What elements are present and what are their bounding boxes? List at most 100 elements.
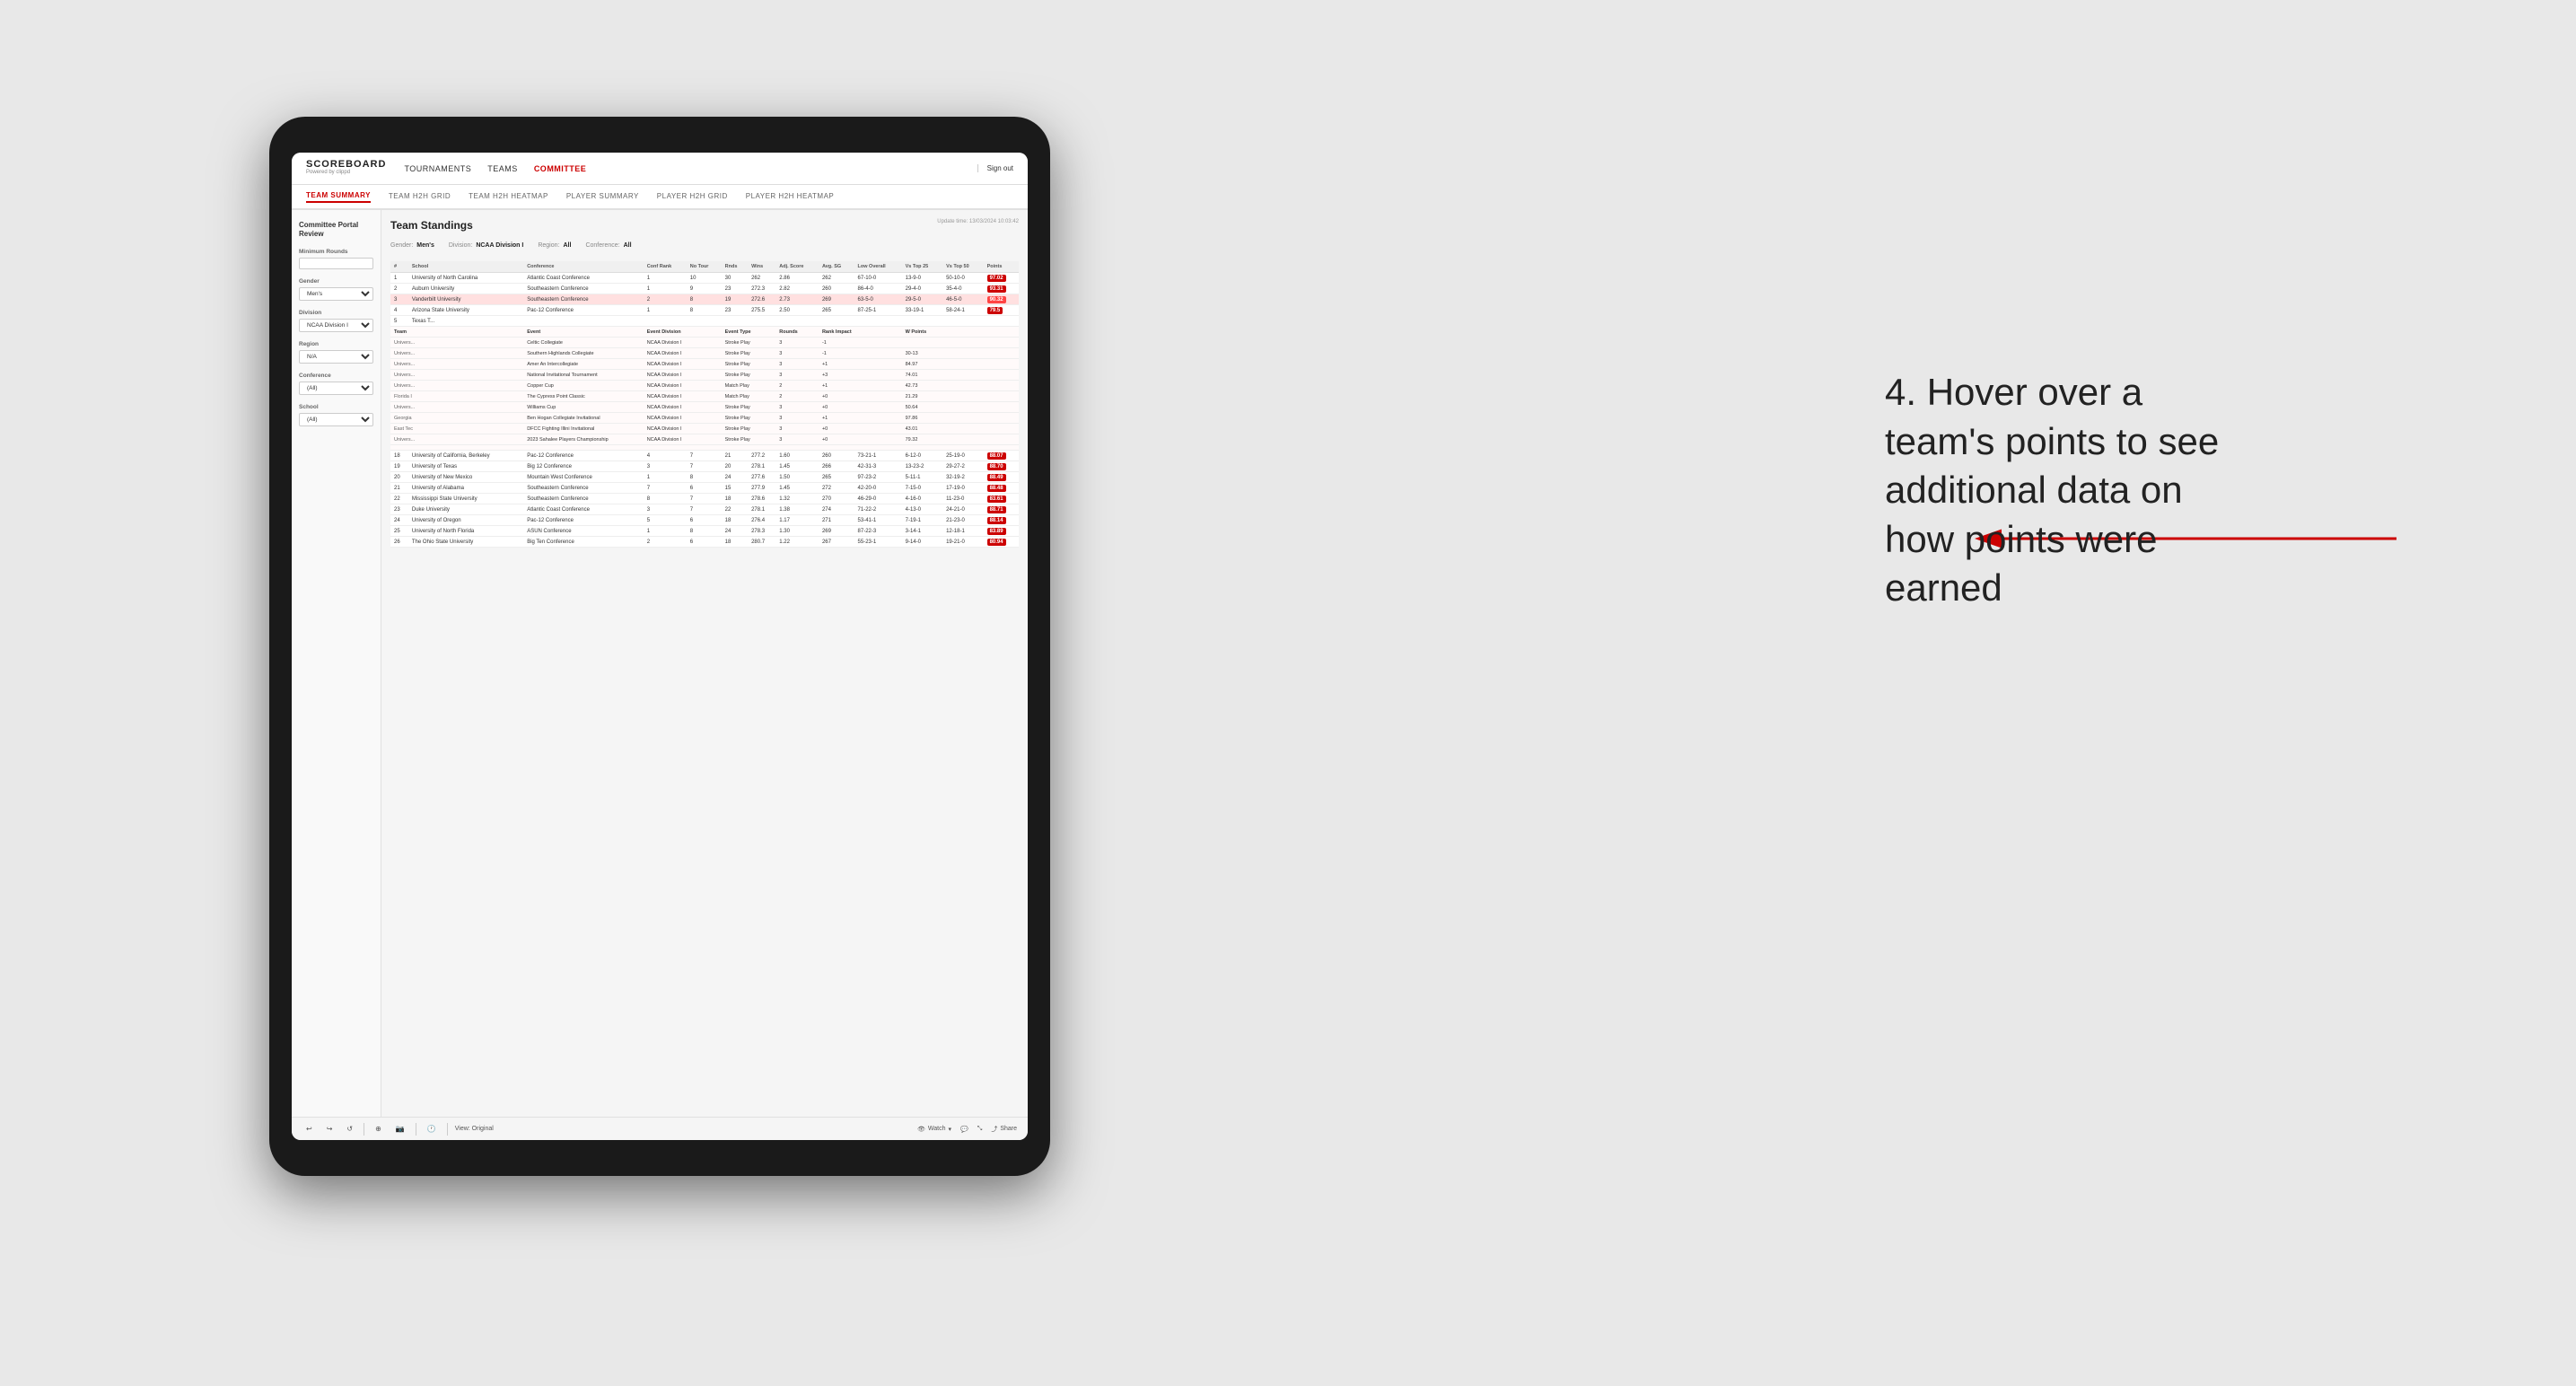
cell-rnds: 18 [722,515,748,526]
gender-filter-label: Gender: [390,242,413,249]
expanded-event-div: NCAA Division I [644,359,722,370]
cell-vs-top50: 17-19-0 [942,483,983,494]
cell-conf-rank: 5 [644,515,687,526]
division-select[interactable]: NCAA Division I [299,319,373,332]
conference-filter-label: Conference: [585,242,619,249]
expanded-event-div: NCAA Division I [644,348,722,359]
cell-wins: 278.1 [748,504,775,515]
expanded-w-points: 42.73 [902,381,1019,391]
undo-button[interactable]: ↩ [302,1123,316,1135]
region-select[interactable]: N/A [299,350,373,364]
cell-rnds: 18 [722,537,748,548]
points-badge[interactable]: 88.70 [987,463,1006,470]
cell-vs-top50: 46-5-0 [942,294,983,305]
sidebar-min-rounds: Minimum Rounds [299,249,373,269]
cell-avg-sg: 265 [819,305,854,316]
cell-points[interactable]: 83.61 [984,494,1019,504]
cell-vs-top25: 4-13-0 [902,504,942,515]
gender-select[interactable]: Men's [299,287,373,301]
cell-school: University of New Mexico [408,472,523,483]
comment-button[interactable]: 💬 [960,1126,968,1133]
cell-points[interactable] [984,316,1019,327]
points-badge[interactable]: 93.31 [987,285,1006,293]
points-badge[interactable]: 83.89 [987,528,1006,535]
cell-conf-rank: 2 [644,537,687,548]
table-row: 22 Mississippi State University Southeas… [390,494,1019,504]
cell-low-overall: 87-22-3 [854,526,902,537]
navbar: SCOREBOARD Powered by clippd TOURNAMENTS… [292,153,1028,185]
cell-no-tour: 10 [687,273,722,284]
points-badge[interactable]: 79.5 [987,307,1003,314]
tab-player-h2h-grid[interactable]: PLAYER H2H GRID [657,192,728,202]
cell-conf-rank: 1 [644,472,687,483]
clock-button[interactable]: 🕐 [424,1123,440,1135]
tab-team-h2h-grid[interactable]: TEAM H2H GRID [389,192,451,202]
cell-avg-sg: 260 [819,284,854,294]
points-badge[interactable]: 88.07 [987,452,1006,460]
refresh-button[interactable]: ↺ [343,1123,356,1135]
cell-wins: 278.3 [748,526,775,537]
expanded-row: Univers... 2023 Sahalee Players Champion… [390,434,1019,445]
cell-vs-top25: 4-16-0 [902,494,942,504]
table-row: 24 University of Oregon Pac-12 Conferenc… [390,515,1019,526]
cell-conf-rank: 1 [644,284,687,294]
nav-teams[interactable]: TEAMS [487,164,518,173]
cell-no-tour: 7 [687,461,722,472]
cell-points[interactable]: 88.71 [984,504,1019,515]
cell-points[interactable]: 93.31 [984,284,1019,294]
share-icon: ⤴ [991,1125,997,1134]
cell-points[interactable]: 79.5 [984,305,1019,316]
cell-points[interactable]: 88.48 [984,483,1019,494]
cell-low-overall: 53-41-1 [854,515,902,526]
table-row: 25 University of North Florida ASUN Conf… [390,526,1019,537]
tab-player-h2h-heatmap[interactable]: PLAYER H2H HEATMAP [746,192,835,202]
cell-points[interactable]: 97.02 [984,273,1019,284]
min-rounds-input[interactable] [299,258,373,269]
cell-points[interactable]: 88.14 [984,515,1019,526]
expand-button[interactable]: ⤡ [977,1126,983,1133]
tab-team-h2h-heatmap[interactable]: TEAM H2H HEATMAP [469,192,548,202]
points-badge[interactable]: 80.94 [987,539,1006,546]
conference-select[interactable]: (All) [299,382,373,395]
school-select[interactable]: (All) [299,413,373,426]
cell-no-tour: 7 [687,451,722,461]
cell-conference: Mountain West Conference [523,472,643,483]
points-badge[interactable]: 88.14 [987,517,1006,524]
cell-school: University of Oregon [408,515,523,526]
copy-button[interactable]: ⊕ [372,1123,385,1135]
bottom-toolbar: ↩ ↪ ↺ ⊕ 📷 🕐 View: Original 👁 Watch ▾ 💬 ⤡… [292,1117,1028,1140]
points-badge-highlighted[interactable]: 90.32 [987,296,1006,303]
cell-points[interactable]: 80.94 [984,537,1019,548]
nav-committee[interactable]: COMMITTEE [534,164,587,173]
cell-points[interactable]: 83.89 [984,526,1019,537]
points-badge[interactable]: 88.49 [987,474,1006,481]
nav-tournaments[interactable]: TOURNAMENTS [404,164,471,173]
tab-player-summary[interactable]: PLAYER SUMMARY [566,192,639,202]
expanded-rank-impact: +1 [819,359,902,370]
update-time: Update time: 13/03/2024 10:03:42 [937,219,1019,224]
watch-button[interactable]: 👁 Watch ▾ [917,1126,951,1133]
camera-button[interactable]: 📷 [392,1123,408,1135]
table-row: 2 Auburn University Southeastern Confere… [390,284,1019,294]
cell-conference: Big 12 Conference [523,461,643,472]
cell-points[interactable]: 88.49 [984,472,1019,483]
points-badge[interactable]: 97.02 [987,275,1006,282]
expanded-event: DFCC Fighting Illini Invitational [523,424,643,434]
region-filter-label: Region: [538,242,559,249]
sign-out-button[interactable]: Sign out [977,164,1013,172]
cell-conf-rank: 8 [644,494,687,504]
table-row: 18 University of California, Berkeley Pa… [390,451,1019,461]
cell-no-tour: 6 [687,515,722,526]
share-button[interactable]: ⤴ Share [991,1125,1017,1134]
cell-points[interactable]: 88.70 [984,461,1019,472]
cell-avg-sg: 271 [819,515,854,526]
redo-button[interactable]: ↪ [323,1123,337,1135]
tab-team-summary[interactable]: TEAM SUMMARY [306,191,371,203]
cell-points[interactable]: 90.32 [984,294,1019,305]
points-badge[interactable]: 88.48 [987,485,1006,492]
expanded-event: Celtic Collegiate [523,338,643,348]
cell-points[interactable]: 88.07 [984,451,1019,461]
points-badge[interactable]: 83.61 [987,496,1006,503]
table-header-row: # School Conference Conf Rank No Tour Rn… [390,261,1019,273]
points-badge[interactable]: 88.71 [987,506,1006,513]
